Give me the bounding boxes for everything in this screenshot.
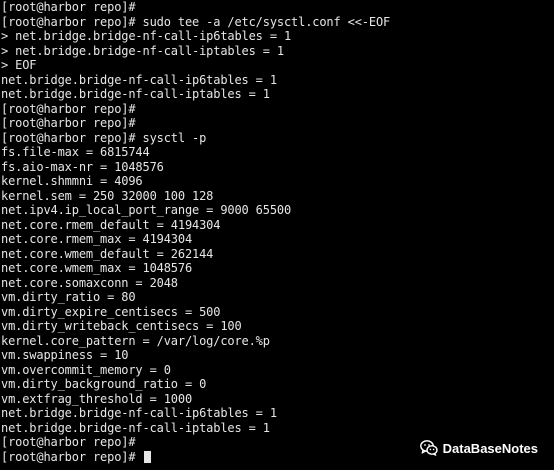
terminal-cursor [143, 450, 151, 463]
terminal-line: > EOF [1, 58, 37, 72]
terminal-line: kernel.sem = 250 32000 100 128 [1, 188, 214, 203]
watermark-text: DataBaseNotes [442, 440, 538, 456]
watermark: DataBaseNotes [419, 440, 538, 456]
terminal-line: fs.aio-max-nr = 1048576 [1, 159, 164, 174]
terminal-line: [root@harbor repo]# [1, 435, 136, 449]
terminal-line: vm.extfrag_threshold = 1000 [1, 391, 193, 406]
terminal-line: kernel.core_pattern = /var/log/core.%p [1, 333, 270, 348]
terminal-line: net.bridge.bridge-nf-call-iptables = 1 [1, 87, 270, 101]
terminal-line: net.core.somaxconn = 2048 [1, 275, 178, 290]
terminal-line: [root@harbor repo]# sysctl -p [1, 130, 207, 145]
terminal-line: net.core.rmem_default = 4194304 [1, 217, 221, 232]
wechat-icon [419, 440, 438, 456]
terminal-line: [root@harbor repo]# sudo tee -a /etc/sys… [1, 14, 391, 29]
terminal-line: net.core.wmem_max = 1048576 [1, 261, 193, 275]
terminal-line: vm.swappiness = 10 [1, 348, 129, 362]
terminal-prompt-line[interactable]: [root@harbor repo]# [1, 450, 390, 465]
terminal-line: vm.dirty_writeback_centisecs = 100 [1, 319, 242, 333]
terminal-line: [root@harbor repo]# [1, 0, 136, 14]
terminal-line: kernel.shmmni = 4096 [1, 174, 143, 188]
terminal-line: [root@harbor repo]# [1, 101, 136, 116]
terminal-output: [root@harbor repo]# [root@harbor repo]# … [1, 0, 390, 464]
terminal-line: net.bridge.bridge-nf-call-ip6tables = 1 [1, 406, 277, 420]
terminal-line: > net.bridge.bridge-nf-call-iptables = 1 [1, 43, 284, 58]
terminal-line: net.ipv4.ip_local_port_range = 9000 6550… [1, 203, 292, 217]
terminal-line: vm.overcommit_memory = 0 [1, 362, 171, 377]
terminal-line: vm.dirty_expire_centisecs = 500 [1, 304, 221, 319]
terminal-line: fs.file-max = 6815744 [1, 145, 150, 159]
terminal-line: net.core.rmem_max = 4194304 [1, 232, 193, 246]
terminal-line: > net.bridge.bridge-nf-call-ip6tables = … [1, 29, 292, 43]
terminal-line: [root@harbor repo]# [1, 116, 136, 130]
terminal-line: net.bridge.bridge-nf-call-iptables = 1 [1, 420, 270, 435]
terminal-line: vm.dirty_ratio = 80 [1, 290, 136, 304]
terminal-window[interactable]: [root@harbor repo]# [root@harbor repo]# … [0, 0, 554, 470]
terminal-line: net.core.wmem_default = 262144 [1, 246, 214, 261]
terminal-line: net.bridge.bridge-nf-call-ip6tables = 1 [1, 72, 277, 87]
terminal-line: vm.dirty_background_ratio = 0 [1, 377, 207, 391]
terminal-prompt: [root@harbor repo]# [1, 449, 143, 464]
